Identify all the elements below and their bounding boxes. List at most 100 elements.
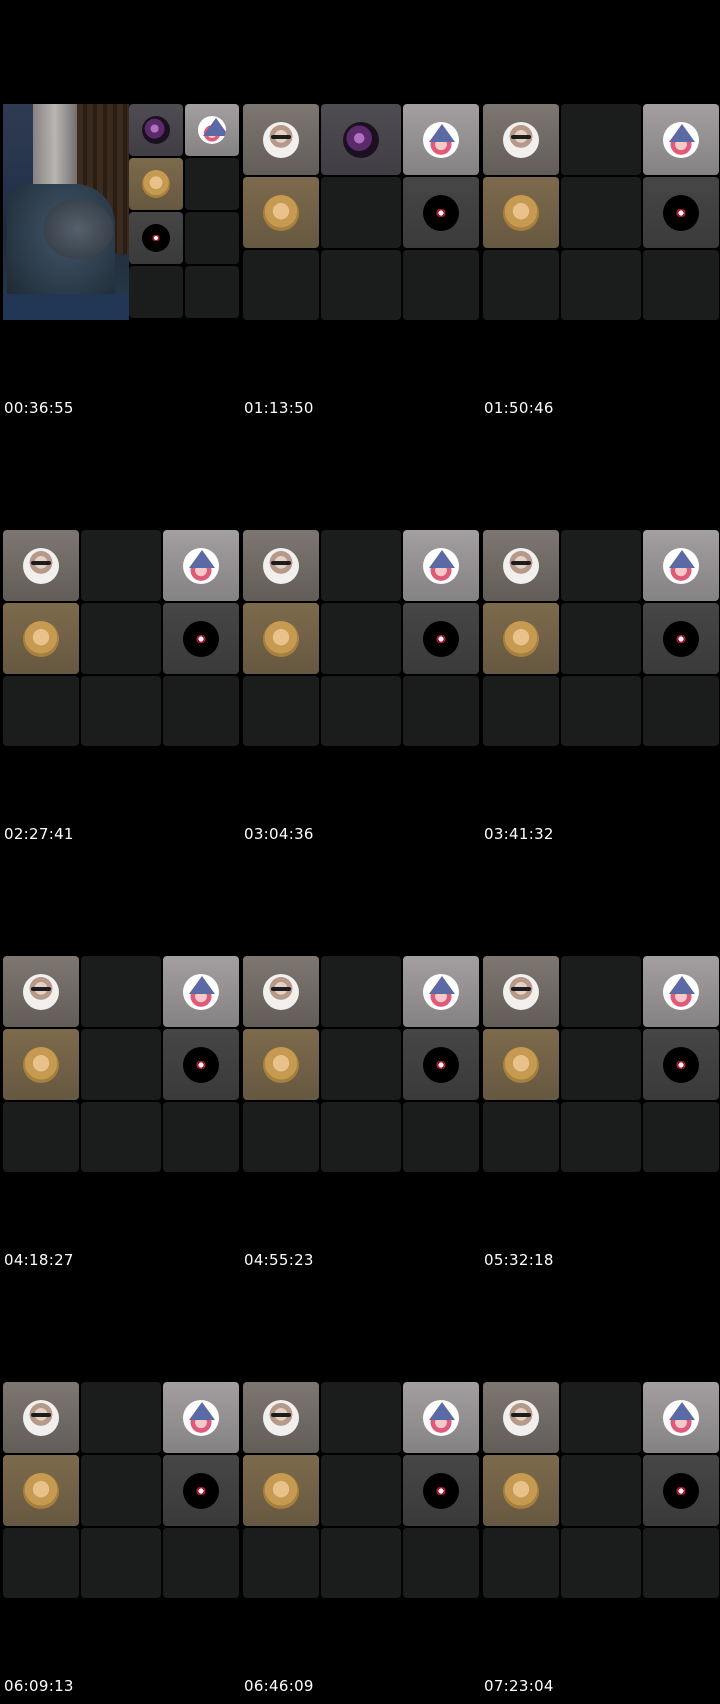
frame-timestamp: 06:46:09 — [244, 1677, 314, 1695]
empty-tile — [129, 266, 183, 318]
empty-tile — [163, 676, 239, 746]
man-with-sunglasses-avatar-icon — [263, 547, 299, 584]
frame-timestamp: 06:09:13 — [4, 1677, 74, 1695]
frame-timestamp: 04:18:27 — [4, 1251, 74, 1269]
participant-tile-gold — [243, 177, 319, 248]
purple-venom-avatar-icon — [343, 121, 379, 158]
empty-tile — [3, 676, 79, 746]
frame-8 — [243, 956, 481, 1172]
frame-timestamp: 04:55:23 — [244, 1251, 314, 1269]
participant-tile-man — [243, 1382, 319, 1453]
empty-tile — [321, 1455, 401, 1526]
empty-tile — [403, 1102, 479, 1172]
golden-portrait-avatar-icon — [503, 1046, 539, 1083]
participant-tile-logo — [163, 1455, 239, 1526]
man-with-sunglasses-avatar-icon — [23, 973, 59, 1010]
frame-timestamp: 01:50:46 — [484, 399, 554, 417]
empty-tile — [561, 956, 641, 1027]
black-logo-avatar-icon — [183, 620, 219, 657]
frame-12 — [483, 1382, 720, 1598]
golden-portrait-avatar-icon — [142, 170, 170, 198]
empty-tile — [81, 1382, 161, 1453]
empty-tile — [3, 1102, 79, 1172]
empty-tile — [561, 1102, 641, 1172]
empty-tile — [561, 1528, 641, 1598]
participant-tile-logo — [643, 1029, 719, 1100]
empty-tile — [561, 1029, 641, 1100]
camera-video-feed — [3, 104, 129, 320]
empty-tile — [3, 1528, 79, 1598]
participant-tile-gold — [3, 1455, 79, 1526]
witch-girl-avatar-icon — [183, 973, 219, 1010]
empty-tile — [483, 1102, 559, 1172]
purple-venom-avatar-icon — [142, 116, 170, 144]
golden-portrait-avatar-icon — [23, 1046, 59, 1083]
frame-7 — [3, 956, 241, 1172]
participant-tile-man — [3, 1382, 79, 1453]
black-logo-avatar-icon — [183, 1472, 219, 1509]
frame-timestamp: 00:36:55 — [4, 399, 74, 417]
empty-tile — [81, 956, 161, 1027]
frame-2 — [243, 104, 481, 320]
frame-10 — [3, 1382, 241, 1598]
empty-tile — [81, 1029, 161, 1100]
participant-tile-gold — [483, 603, 559, 674]
empty-tile — [643, 1528, 719, 1598]
empty-tile — [163, 1528, 239, 1598]
empty-tile — [163, 1102, 239, 1172]
empty-tile — [561, 676, 641, 746]
golden-portrait-avatar-icon — [263, 1046, 299, 1083]
empty-tile — [185, 212, 239, 264]
participant-tile-man — [483, 530, 559, 601]
man-with-sunglasses-avatar-icon — [23, 547, 59, 584]
empty-tile — [321, 1102, 401, 1172]
frame-3 — [483, 104, 720, 320]
witch-girl-avatar-icon — [423, 121, 459, 158]
participant-tile-man — [3, 956, 79, 1027]
participant-tile-man — [243, 530, 319, 601]
frame-5 — [243, 530, 481, 746]
empty-tile — [561, 177, 641, 248]
man-with-sunglasses-avatar-icon — [263, 1399, 299, 1436]
participant-tile-girl — [403, 104, 479, 175]
frame-4 — [3, 530, 241, 746]
participant-tile-gold — [129, 158, 183, 210]
witch-girl-avatar-icon — [423, 1399, 459, 1436]
golden-portrait-avatar-icon — [263, 194, 299, 231]
participant-tile-man — [3, 530, 79, 601]
participant-tile-gold — [483, 1029, 559, 1100]
empty-tile — [643, 250, 719, 320]
witch-girl-avatar-icon — [183, 1399, 219, 1436]
empty-tile — [321, 676, 401, 746]
man-with-sunglasses-avatar-icon — [263, 973, 299, 1010]
participant-tile-gold — [483, 1455, 559, 1526]
participant-tile-girl — [403, 1382, 479, 1453]
empty-tile — [185, 266, 239, 318]
black-logo-avatar-icon — [663, 620, 699, 657]
empty-tile — [403, 250, 479, 320]
witch-girl-avatar-icon — [423, 973, 459, 1010]
black-logo-avatar-icon — [183, 1046, 219, 1083]
empty-tile — [81, 676, 161, 746]
empty-tile — [483, 250, 559, 320]
participant-tile-girl — [403, 530, 479, 601]
participant-tile-girl — [643, 1382, 719, 1453]
golden-portrait-avatar-icon — [23, 620, 59, 657]
frame-6 — [483, 530, 720, 746]
participant-tile-venom — [129, 104, 183, 156]
participant-tile-logo — [129, 212, 183, 264]
participant-tile-girl — [163, 1382, 239, 1453]
participant-tile-gold — [243, 603, 319, 674]
man-with-sunglasses-avatar-icon — [503, 1399, 539, 1436]
participant-tile-gold — [243, 1455, 319, 1526]
empty-tile — [403, 676, 479, 746]
frame-timestamp: 03:41:32 — [484, 825, 554, 843]
empty-tile — [81, 1528, 161, 1598]
empty-tile — [561, 104, 641, 175]
empty-tile — [81, 1455, 161, 1526]
golden-portrait-avatar-icon — [503, 1472, 539, 1509]
black-logo-avatar-icon — [423, 1046, 459, 1083]
man-with-sunglasses-avatar-icon — [263, 121, 299, 158]
black-logo-avatar-icon — [423, 194, 459, 231]
participant-tile-gold — [483, 177, 559, 248]
